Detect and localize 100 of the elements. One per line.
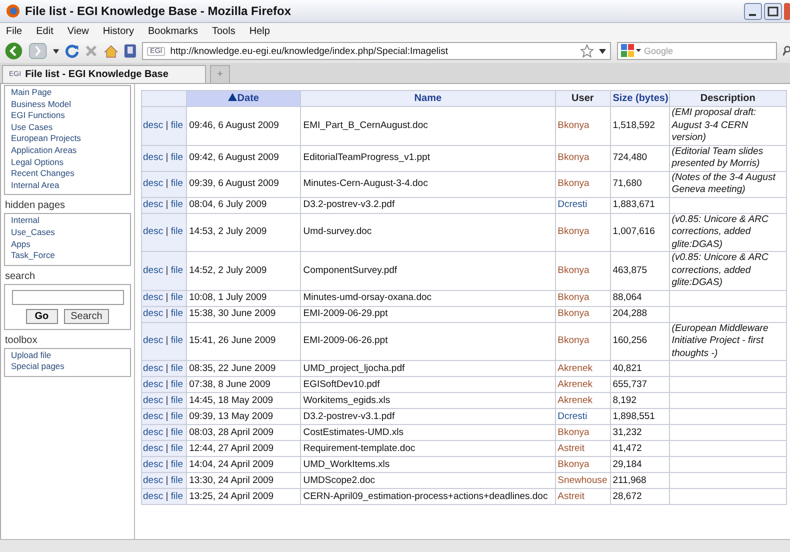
file-link[interactable]: file <box>170 178 183 189</box>
file-link[interactable]: file <box>170 490 183 502</box>
file-link[interactable]: file <box>170 458 183 470</box>
minimize-icon[interactable] <box>744 2 762 20</box>
file-link[interactable]: file <box>170 226 183 238</box>
desc-link[interactable]: desc <box>143 264 164 276</box>
table-cell: 14:04, 24 April 2009 <box>186 456 301 472</box>
nav-link[interactable]: European Projects <box>11 133 126 145</box>
close-icon[interactable] <box>784 2 790 20</box>
desc-link[interactable]: desc <box>143 410 164 422</box>
user-link[interactable]: Bkonya <box>558 335 590 346</box>
file-link[interactable]: file <box>170 264 183 276</box>
file-link[interactable]: file <box>170 410 183 422</box>
menu-item[interactable]: Tools <box>212 26 236 36</box>
desc-link[interactable]: desc <box>143 362 164 374</box>
file-link[interactable]: file <box>170 292 183 303</box>
desc-link[interactable]: desc <box>143 474 164 486</box>
desc-link[interactable]: desc <box>143 308 164 319</box>
file-link[interactable]: file <box>170 362 183 374</box>
menu-item[interactable]: File <box>6 26 22 36</box>
desc-link[interactable]: desc <box>143 442 164 454</box>
home-icon[interactable] <box>104 44 118 58</box>
menu-item[interactable]: Bookmarks <box>148 26 198 36</box>
nav-link[interactable]: Special pages <box>11 361 126 373</box>
link-separator: | <box>166 152 168 163</box>
file-link[interactable]: file <box>170 378 183 390</box>
link-separator: | <box>166 362 168 374</box>
nav-link[interactable]: Recent Changes <box>11 168 126 180</box>
table-cell: 15:38, 30 June 2009 <box>186 306 301 322</box>
link-separator: | <box>166 120 168 131</box>
nav-link[interactable]: Internal <box>11 215 126 227</box>
desc-link[interactable]: desc <box>143 292 164 303</box>
table-cell: 08:03, 28 April 2009 <box>186 424 301 440</box>
desc-link[interactable]: desc <box>143 199 164 210</box>
nav-link[interactable]: Use_Cases <box>11 226 126 239</box>
column-header[interactable]: Size (bytes) <box>610 90 670 106</box>
nav-link[interactable]: EGI Functions <box>11 110 126 122</box>
browser-logo-icon <box>6 4 20 18</box>
nav-link[interactable]: Legal Options <box>11 156 126 168</box>
table-cell: D3.2-postrev-v3.2.pdf <box>300 197 556 213</box>
dropdown-icon[interactable] <box>53 48 60 54</box>
link-separator: | <box>166 178 168 189</box>
file-link[interactable]: file <box>170 474 183 486</box>
portlet-heading: toolbox <box>5 334 38 346</box>
menu-item[interactable]: Edit <box>36 26 54 36</box>
desc-link[interactable]: desc <box>143 458 164 470</box>
file-link[interactable]: file <box>170 120 183 131</box>
table-cell: 1,898,551 <box>610 408 670 424</box>
file-link[interactable]: file <box>170 394 183 406</box>
file-link[interactable]: file <box>170 308 183 319</box>
file-link[interactable]: file <box>170 426 183 438</box>
nav-link[interactable]: Business Model <box>11 98 126 110</box>
user-link[interactable]: Bkonya <box>558 120 590 131</box>
column-header[interactable]: Name <box>300 90 556 106</box>
link-separator: | <box>166 226 168 238</box>
go-button[interactable]: Go <box>26 308 58 324</box>
table-cell: 31,232 <box>610 424 670 440</box>
maximize-icon[interactable] <box>764 2 782 20</box>
file-link[interactable]: file <box>170 335 183 346</box>
web-search-field[interactable]: Google <box>616 42 777 60</box>
user-link[interactable]: Bkonya <box>558 264 590 276</box>
file-link[interactable]: file <box>170 199 183 210</box>
nav-link[interactable]: Upload file <box>11 350 126 362</box>
desc-link[interactable]: desc <box>143 226 164 238</box>
search-engine-icon[interactable] <box>620 43 642 59</box>
forward-icon[interactable] <box>29 42 48 60</box>
back-icon[interactable] <box>4 41 24 61</box>
table-cell: EMI_Part_B_CernAugust.doc <box>300 106 556 145</box>
reload-icon[interactable] <box>65 43 80 59</box>
menu-item[interactable]: View <box>67 26 89 36</box>
dropdown-icon[interactable] <box>598 48 606 54</box>
nav-link[interactable]: Apps <box>11 238 126 250</box>
column-header: Description <box>669 90 786 106</box>
table-cell: ComponentSurvey.pdf <box>300 252 556 290</box>
nav-link[interactable]: Application Areas <box>11 144 126 157</box>
column-header[interactable]: Date <box>186 90 301 106</box>
desc-link[interactable]: desc <box>143 152 164 163</box>
file-link[interactable]: file <box>170 152 183 163</box>
desc-link[interactable]: desc <box>143 178 164 189</box>
desc-link[interactable]: desc <box>143 335 164 346</box>
nav-link[interactable]: Main Page <box>11 87 126 99</box>
desc-link[interactable]: desc <box>143 426 164 438</box>
desc-link[interactable]: desc <box>143 490 164 502</box>
nav-link[interactable]: Use Cases <box>11 122 126 134</box>
user-link[interactable]: Bkonya <box>558 226 590 238</box>
desc-link[interactable]: desc <box>143 378 164 390</box>
bookmark-icon[interactable] <box>124 43 136 59</box>
table-cell: 463,875 <box>610 252 670 290</box>
nav-link[interactable]: Internal Area <box>11 180 126 192</box>
file-link[interactable]: file <box>170 442 183 454</box>
search-button[interactable]: Search <box>64 308 110 324</box>
desc-link[interactable]: desc <box>143 120 164 131</box>
menu-item[interactable]: History <box>102 26 134 36</box>
nav-link[interactable]: Task_Force <box>11 250 126 262</box>
table-cell: D3.2-postrev-v3.1.pdf <box>300 408 556 424</box>
search-field[interactable] <box>12 290 124 305</box>
star-icon[interactable] <box>580 44 594 58</box>
desc-link[interactable]: desc <box>143 394 164 406</box>
menu-item[interactable]: Help <box>249 26 270 36</box>
search-icon[interactable] <box>782 45 790 57</box>
